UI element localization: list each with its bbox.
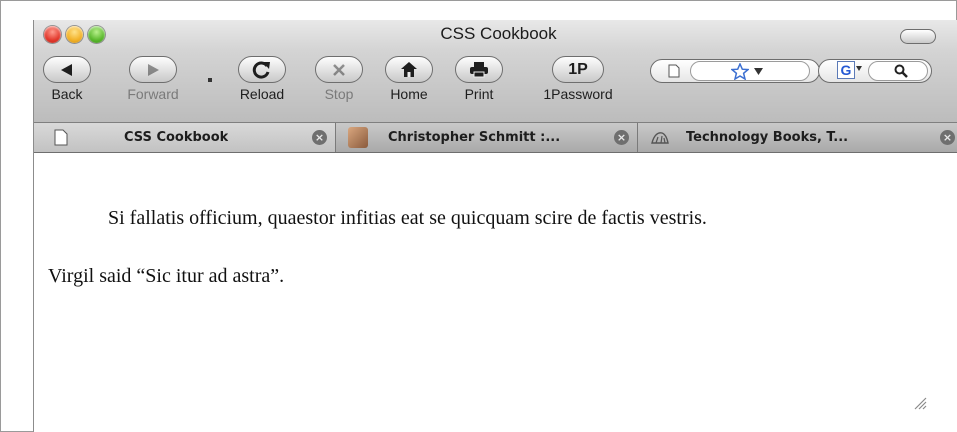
reload-label: Reload	[239, 86, 285, 102]
tab-css-cookbook[interactable]: CSS Cookbook ×	[34, 123, 336, 152]
toolbar-toggle-button[interactable]	[900, 29, 936, 44]
back-label: Back	[51, 86, 83, 102]
magnifier-icon	[894, 64, 908, 78]
home-button[interactable]: Home	[384, 56, 434, 102]
search-engine-chevron-icon[interactable]	[856, 66, 862, 71]
url-field[interactable]	[690, 61, 810, 81]
reload-button[interactable]: Reload	[230, 56, 294, 102]
tab-label: Christopher Schmitt :...	[388, 130, 561, 145]
stop-button[interactable]: Stop	[314, 56, 364, 102]
tab-label: Technology Books, T...	[686, 130, 849, 145]
paragraph-quote: Virgil said “Sic itur ad astra”.	[48, 265, 285, 287]
paragraph-indented: Si fallatis officium, quaestor infitias …	[108, 207, 707, 229]
onepassword-icon: 1P	[568, 60, 588, 78]
bookmark-star-icon[interactable]	[731, 63, 749, 80]
chevron-down-icon[interactable]	[754, 68, 763, 75]
home-icon	[401, 62, 417, 77]
page-content: Si fallatis officium, quaestor infitias …	[34, 154, 957, 432]
close-tab-icon[interactable]: ×	[312, 130, 327, 145]
forward-label: Forward	[127, 86, 179, 102]
back-button[interactable]: Back	[42, 56, 92, 102]
tab-bar: CSS Cookbook × Christopher Schmitt :... …	[34, 123, 957, 153]
reload-icon	[252, 61, 270, 79]
home-label: Home	[390, 86, 428, 102]
portrait-favicon-icon	[348, 127, 368, 148]
forward-arrow-icon	[148, 63, 159, 76]
tab-technology-books[interactable]: Technology Books, T... ×	[638, 123, 957, 152]
forward-button[interactable]: Forward	[120, 56, 186, 102]
printer-icon	[470, 62, 488, 78]
resize-grip-icon[interactable]	[913, 396, 927, 410]
oreilly-favicon-icon	[651, 132, 669, 144]
back-arrow-icon	[61, 63, 72, 76]
history-dropdown-icon[interactable]	[208, 78, 212, 82]
tab-christopher-schmitt[interactable]: Christopher Schmitt :... ×	[336, 123, 638, 152]
close-tab-icon[interactable]: ×	[940, 130, 955, 145]
window-toolbar: CSS Cookbook Back Forward Reload Stop Ho…	[34, 20, 957, 123]
window-title: CSS Cookbook	[440, 24, 557, 43]
close-tab-icon[interactable]: ×	[614, 130, 629, 145]
stop-label: Stop	[324, 86, 354, 102]
google-icon[interactable]: G	[837, 61, 855, 79]
browser-window: CSS Cookbook Back Forward Reload Stop Ho…	[33, 20, 957, 432]
stop-x-icon	[333, 63, 345, 76]
tab-label: CSS Cookbook	[124, 130, 229, 145]
print-button[interactable]: Print	[454, 56, 504, 102]
onepassword-label: 1Password	[543, 86, 613, 102]
page-icon	[668, 64, 680, 78]
onepassword-button[interactable]: 1P 1Password	[530, 56, 626, 102]
print-label: Print	[464, 86, 494, 102]
page-icon	[54, 129, 68, 146]
